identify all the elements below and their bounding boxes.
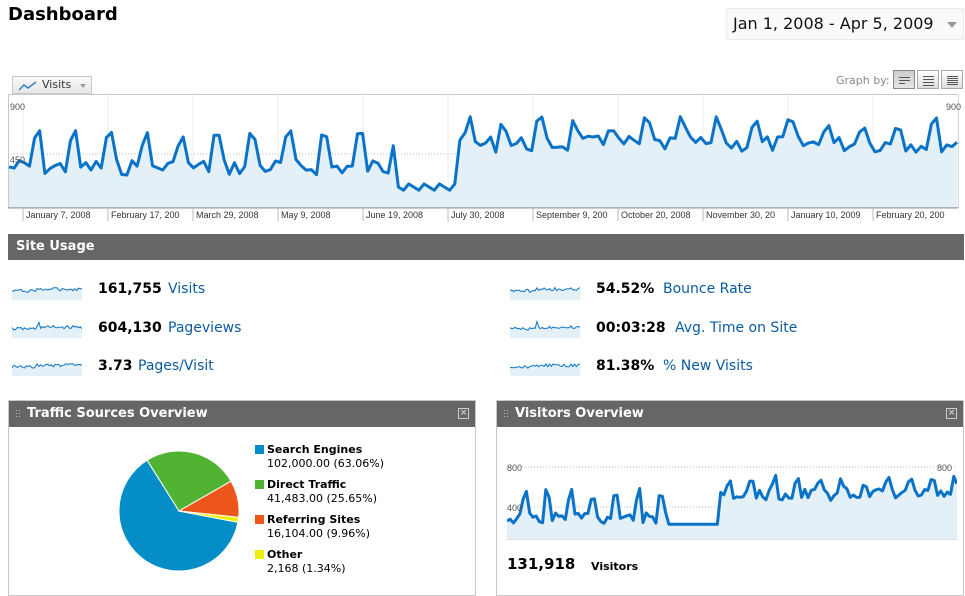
visitors-overview-header[interactable]: Visitors Overview × bbox=[497, 401, 963, 427]
pageviews-sparkline[interactable] bbox=[12, 316, 82, 338]
y-tick-900: 900 bbox=[10, 102, 25, 112]
page-title: Dashboard bbox=[8, 4, 118, 25]
graph-by-week-button[interactable] bbox=[917, 70, 939, 89]
drag-handle-icon[interactable] bbox=[503, 409, 509, 419]
traffic-sources-header[interactable]: Traffic Sources Overview × bbox=[9, 401, 475, 427]
visits-line-chart: 900 450 900 January 7, 2008 February 17, … bbox=[8, 94, 961, 221]
traffic-sources-title: Traffic Sources Overview bbox=[27, 406, 208, 421]
drag-handle-icon[interactable] bbox=[15, 409, 21, 419]
pageviews-link[interactable]: Pageviews bbox=[168, 320, 241, 336]
x-tick-label: October 20, 2008 bbox=[621, 210, 691, 220]
legend-name: Other bbox=[267, 548, 303, 561]
legend-name: Referring Sites bbox=[267, 513, 361, 526]
y-tick-400: 400 bbox=[507, 503, 522, 513]
bounce-rate-value: 54.52% bbox=[596, 281, 655, 297]
visitors-count: 131,918 bbox=[507, 555, 576, 573]
traffic-sources-panel: Traffic Sources Overview × Search Engine… bbox=[8, 400, 476, 596]
x-axis-labels: January 7, 2008 February 17, 200 March 29,… bbox=[8, 207, 958, 221]
x-tick-label: November 30, 20 bbox=[706, 210, 775, 220]
new-visits-sparkline[interactable] bbox=[510, 354, 580, 376]
visits-sparkline[interactable] bbox=[12, 278, 82, 300]
legend-swatch bbox=[255, 550, 264, 559]
pages-visit-sparkline[interactable] bbox=[12, 354, 82, 376]
site-usage-header: Site Usage bbox=[8, 234, 964, 260]
legend-value: 16,104.00 (9.96%) bbox=[267, 527, 371, 540]
x-tick-label: February 20, 200 bbox=[876, 210, 945, 220]
x-tick-label: March 29, 2008 bbox=[196, 210, 259, 220]
visits-link[interactable]: Visits bbox=[168, 281, 205, 297]
avg-time-sparkline[interactable] bbox=[510, 316, 580, 338]
legend-value: 41,483.00 (25.65%) bbox=[267, 492, 378, 505]
x-tick-label: January 10, 2009 bbox=[791, 210, 861, 220]
x-tick-label: January 7, 2008 bbox=[26, 210, 91, 220]
line-chart-icon bbox=[19, 81, 37, 91]
date-range-picker[interactable]: Jan 1, 2008 - Apr 5, 2009 bbox=[726, 8, 964, 40]
legend-swatch bbox=[255, 480, 264, 489]
bounce-rate-link[interactable]: Bounce Rate bbox=[663, 281, 752, 297]
metric-selector[interactable]: Visits bbox=[12, 76, 92, 94]
chevron-down-icon bbox=[80, 84, 86, 88]
new-visits-value: 81.38% bbox=[596, 358, 655, 374]
pages-visit-link[interactable]: Pages/Visit bbox=[138, 358, 214, 374]
legend-swatch bbox=[255, 515, 264, 524]
close-icon[interactable]: × bbox=[458, 408, 469, 419]
date-range-text: Jan 1, 2008 - Apr 5, 2009 bbox=[733, 14, 934, 33]
x-tick-label: July 30, 2008 bbox=[451, 210, 505, 220]
visits-value: 161,755 bbox=[98, 281, 162, 297]
y-tick-450: 450 bbox=[10, 155, 25, 165]
y-tick-right: 800 bbox=[937, 463, 952, 473]
x-tick-label: February 17, 200 bbox=[111, 210, 180, 220]
visitors-overview-panel: Visitors Overview × 800 400 800 131,918 … bbox=[496, 400, 964, 596]
new-visits-link[interactable]: % New Visits bbox=[663, 358, 753, 374]
legend-swatch bbox=[255, 445, 264, 454]
visitors-line-chart[interactable]: 800 400 800 bbox=[507, 461, 957, 543]
visitors-label: Visitors bbox=[591, 560, 639, 573]
graph-by-month-button[interactable] bbox=[941, 70, 963, 89]
legend-value: 2,168 (1.34%) bbox=[267, 562, 346, 575]
visitors-overview-title: Visitors Overview bbox=[515, 406, 644, 421]
legend-value: 102,000.00 (63.06%) bbox=[267, 457, 385, 470]
pages-visit-value: 3.73 bbox=[98, 358, 133, 374]
traffic-sources-pie-chart[interactable] bbox=[117, 449, 241, 573]
legend-name: Search Engines bbox=[267, 443, 363, 456]
close-icon[interactable]: × bbox=[946, 408, 957, 419]
x-tick-label: May 9, 2008 bbox=[281, 210, 331, 220]
bounce-rate-sparkline[interactable] bbox=[510, 278, 580, 300]
avg-time-value: 00:03:28 bbox=[596, 320, 666, 336]
graph-by-day-button[interactable] bbox=[893, 70, 915, 89]
metric-selector-label: Visits bbox=[42, 78, 72, 91]
y-tick-right: 900 bbox=[946, 102, 961, 112]
y-tick-800: 800 bbox=[507, 463, 522, 473]
pageviews-value: 604,130 bbox=[98, 320, 162, 336]
legend-name: Direct Traffic bbox=[267, 478, 347, 491]
x-tick-label: September 9, 200 bbox=[536, 210, 608, 220]
chevron-down-icon[interactable] bbox=[947, 22, 957, 28]
x-tick-label: June 19, 2008 bbox=[366, 210, 423, 220]
avg-time-link[interactable]: Avg. Time on Site bbox=[675, 320, 797, 336]
graph-by-label: Graph by: bbox=[836, 74, 890, 87]
